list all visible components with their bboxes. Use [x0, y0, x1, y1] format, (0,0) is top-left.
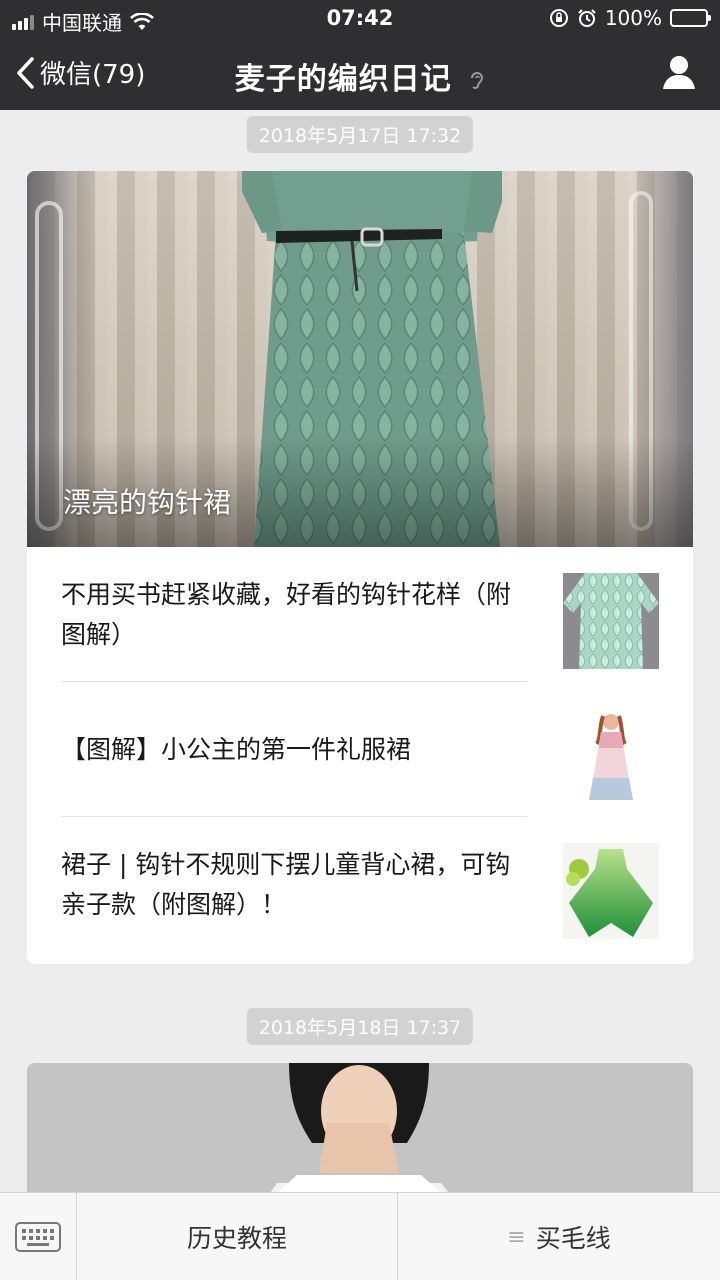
profile-button[interactable] [662, 54, 696, 94]
article-thumbnail [563, 843, 659, 939]
bottom-menu: 历史教程 ≡ 买毛线 [0, 1192, 720, 1280]
article-card [27, 1063, 693, 1203]
person-icon [663, 56, 695, 89]
battery-label: 100% [604, 6, 662, 30]
article-item[interactable]: 【图解】小公主的第一件礼服裙 [27, 682, 693, 817]
menu-history-tutorials[interactable]: 历史教程 [77, 1193, 398, 1280]
keyboard-icon [15, 1222, 61, 1252]
cover-caption: 漂亮的钩针裙 [63, 486, 232, 519]
article-thumbnail [563, 708, 659, 804]
article-title: 裙子 | 钩针不规则下摆儿童背心裙，可钩亲子款（附图解）！ [61, 849, 511, 919]
top-bar: 中国联通 07:42 100% 微信(79) 麦子的编织日记 [0, 0, 720, 110]
keyboard-toggle-button[interactable] [0, 1193, 77, 1280]
menu-list-icon: ≡ [507, 1224, 526, 1250]
cover-article[interactable]: 漂亮的钩针裙 [27, 171, 693, 547]
menu-label: 买毛线 [535, 1224, 611, 1253]
cover-article[interactable] [27, 1063, 693, 1203]
battery-icon [670, 9, 711, 27]
alarm-icon [578, 9, 596, 27]
ear-icon [471, 71, 484, 89]
rotation-lock-icon [549, 9, 568, 27]
message-timestamp: 2018年5月17日 17:32 [246, 116, 474, 153]
menu-label: 历史教程 [186, 1224, 287, 1253]
menu-buy-yarn[interactable]: ≡ 买毛线 [398, 1193, 720, 1280]
status-right: 100% [549, 6, 711, 30]
article-title: 不用买书赶紧收藏，好看的钩针花样（附图解） [61, 579, 512, 649]
article-title: 【图解】小公主的第一件礼服裙 [61, 734, 412, 764]
page-title-text: 麦子的编织日记 [234, 62, 452, 97]
message-timestamp: 2018年5月18日 17:37 [246, 1008, 474, 1045]
status-bar: 中国联通 07:42 100% [0, 0, 720, 36]
article-item[interactable]: 不用买书赶紧收藏，好看的钩针花样（附图解） [27, 547, 693, 682]
article-card: 漂亮的钩针裙 不用买书赶紧收藏，好看的钩针花样（附图解） 【图解】小公主的第一件… [27, 171, 693, 964]
nav-bar: 微信(79) 麦子的编织日记 [0, 36, 720, 110]
page-title: 麦子的编织日记 [0, 54, 720, 98]
cover-image [27, 1063, 693, 1203]
article-thumbnail [563, 573, 659, 669]
article-item[interactable]: 裙子 | 钩针不规则下摆儿童背心裙，可钩亲子款（附图解）！ [27, 817, 693, 952]
